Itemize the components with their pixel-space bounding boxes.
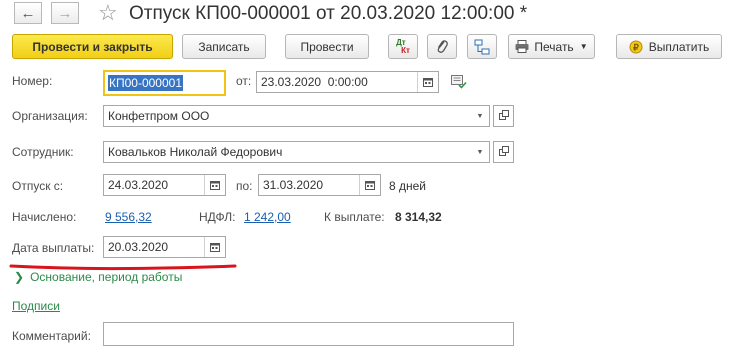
ndfl-label: НДФЛ:: [199, 210, 236, 224]
vacation-from-label: Отпуск с:: [12, 179, 64, 193]
date-label: от:: [236, 74, 252, 88]
calendar-icon[interactable]: [417, 72, 438, 92]
open-form-icon: [498, 109, 509, 123]
vacation-to-field[interactable]: 31.03.2020: [258, 174, 381, 196]
vacation-from-field[interactable]: 24.03.2020: [103, 174, 226, 196]
arrow-left-icon: ←: [20, 4, 36, 22]
basis-section-label: Основание, период работы: [30, 270, 183, 284]
coin-icon: ₽: [629, 40, 643, 54]
employee-field[interactable]: Ковальков Николай Федорович ▼: [103, 141, 490, 163]
dt-kt-icon: Дт Кт: [396, 38, 410, 55]
structure-button[interactable]: [467, 34, 497, 59]
vacation-to-label: по:: [236, 179, 253, 193]
accrued-label: Начислено:: [12, 210, 77, 224]
dt-kt-button[interactable]: Дт Кт: [388, 34, 418, 59]
print-menu-button[interactable]: Печать ▼: [508, 34, 595, 59]
employee-open-button[interactable]: [493, 141, 514, 163]
organization-value: Конфетпром ООО: [108, 109, 210, 123]
pay-date-label: Дата выплаты:: [12, 241, 95, 255]
number-field[interactable]: КП00-000001: [103, 70, 226, 96]
paperclip-icon: [435, 39, 449, 55]
chevron-down-icon: ▼: [579, 42, 588, 51]
document-date-value: 23.03.2020 0:00:00: [261, 75, 368, 89]
dropdown-arrow-icon[interactable]: ▼: [471, 142, 489, 162]
printer-icon: [515, 40, 529, 53]
document-date-field[interactable]: 23.03.2020 0:00:00: [256, 71, 439, 93]
vacation-to-value: 31.03.2020: [263, 178, 324, 192]
back-button[interactable]: ←: [14, 2, 42, 24]
document-check-icon[interactable]: [451, 75, 467, 92]
employee-value: Ковальков Николай Федорович: [108, 145, 283, 159]
organization-field[interactable]: Конфетпром ООО ▼: [103, 105, 490, 127]
calendar-icon[interactable]: [204, 175, 225, 195]
comment-field[interactable]: [103, 322, 514, 346]
number-value: КП00-000001: [108, 75, 184, 91]
organization-open-button[interactable]: [493, 105, 514, 127]
window-title: Отпуск КП00-000001 от 20.03.2020 12:00:0…: [129, 3, 528, 24]
number-label: Номер:: [12, 74, 53, 88]
arrow-right-icon: →: [57, 4, 73, 22]
attach-file-button[interactable]: [427, 34, 457, 59]
forward-button[interactable]: →: [51, 2, 79, 24]
pay-date-field[interactable]: 20.03.2020: [103, 236, 226, 258]
comment-label: Комментарий:: [12, 329, 91, 343]
save-button[interactable]: Записать: [182, 34, 266, 59]
open-form-icon: [498, 145, 509, 159]
organization-label: Организация:: [12, 109, 88, 123]
chevron-right-icon: ❯: [14, 270, 25, 284]
pay-button[interactable]: ₽ Выплатить: [616, 34, 722, 59]
employee-label: Сотрудник:: [12, 145, 74, 159]
pay-date-value: 20.03.2020: [108, 240, 169, 254]
basis-section-toggle[interactable]: ❯ Основание, период работы: [14, 270, 182, 284]
post-button[interactable]: Провести: [285, 34, 369, 59]
accrued-link[interactable]: 9 556,32: [105, 210, 152, 224]
pay-label: Выплатить: [648, 39, 710, 54]
calendar-icon[interactable]: [359, 175, 380, 195]
post-and-close-button[interactable]: Провести и закрыть: [12, 34, 173, 59]
svg-text:₽: ₽: [633, 42, 639, 52]
favorite-star-icon[interactable]: ☆: [98, 0, 118, 26]
to-pay-label: К выплате:: [324, 210, 385, 224]
signatures-link[interactable]: Подписи: [12, 299, 60, 313]
ndfl-link[interactable]: 1 242,00: [244, 210, 291, 224]
to-pay-value: 8 314,32: [395, 210, 442, 224]
hierarchy-icon: [474, 39, 490, 55]
dropdown-arrow-icon[interactable]: ▼: [471, 106, 489, 126]
kt-text: Кт: [401, 45, 410, 55]
vacation-from-value: 24.03.2020: [108, 178, 169, 192]
vacation-days-text: 8 дней: [389, 179, 427, 193]
print-label: Печать: [534, 39, 574, 54]
calendar-icon[interactable]: [204, 237, 225, 257]
